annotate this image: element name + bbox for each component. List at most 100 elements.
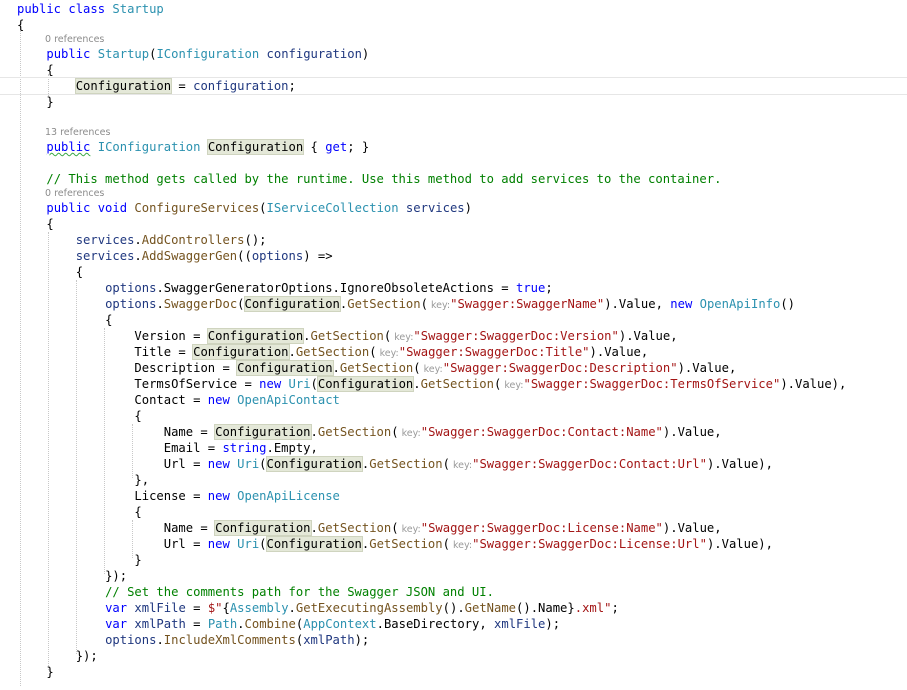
punct: ).Value), xyxy=(706,537,773,551)
method-name: AddControllers xyxy=(141,233,245,247)
assignment: License = xyxy=(134,489,208,503)
method-name: GetExecutingAssembly xyxy=(295,601,443,615)
parameter: services xyxy=(75,249,135,263)
punct: ).Value), xyxy=(780,377,847,391)
punct: . xyxy=(134,233,142,247)
type-name: Startup xyxy=(97,47,150,61)
local-variable: xmlFile xyxy=(134,601,186,615)
punct: . xyxy=(288,345,296,359)
method-name: Combine xyxy=(244,617,296,631)
method-name: GetSection xyxy=(420,377,494,391)
assignment: TermsOfService = xyxy=(134,377,260,391)
code-line: }, xyxy=(17,472,149,488)
local-variable: xmlFile xyxy=(494,617,546,631)
type-name: OpenApiContact xyxy=(237,393,340,407)
type-name: Uri xyxy=(288,377,311,391)
string-literal: "Swagger:SwaggerDoc:Contact:Url" xyxy=(472,457,707,471)
method-name: ConfigureServices xyxy=(134,201,260,215)
parameter-hint: key: xyxy=(376,348,399,359)
codelens-references[interactable]: 13 references xyxy=(45,127,110,139)
parameter-hint: key: xyxy=(398,428,421,439)
code-line: License = new OpenApiLicense xyxy=(17,488,339,504)
assignment: Name = xyxy=(163,425,216,439)
brace: { xyxy=(75,265,84,279)
punct: ).Value, xyxy=(618,329,678,343)
brace: { xyxy=(105,313,113,327)
code-line: { xyxy=(17,216,53,232)
code-editor[interactable]: public class Startup { 0 references publ… xyxy=(0,0,907,690)
punct: ) => xyxy=(303,249,333,263)
punct: ().Name xyxy=(516,601,568,615)
code-line: services.AddSwaggerGen((options) => xyxy=(17,248,333,264)
punct: ); xyxy=(354,633,370,647)
parameter-hint: key: xyxy=(449,460,473,471)
punct: ) xyxy=(361,47,370,61)
punct: ).Value), xyxy=(706,457,773,471)
punct: ( xyxy=(391,425,399,439)
punct: ).Value, xyxy=(662,521,722,535)
current-code-line[interactable]: Configuration = configuration; xyxy=(0,77,907,95)
code-line: public IConfiguration Configuration { ge… xyxy=(17,139,369,155)
punct: ; xyxy=(611,601,619,615)
punct: ( xyxy=(420,297,428,311)
codelens-references[interactable]: 0 references xyxy=(45,34,104,46)
punct: ( xyxy=(310,377,318,391)
punct: ; } xyxy=(347,140,370,154)
type-name: Uri xyxy=(237,537,260,551)
code-line: } xyxy=(17,552,141,568)
keyword: new xyxy=(207,489,238,503)
keyword: public class xyxy=(17,2,113,16)
punct: ( xyxy=(442,457,450,471)
keyword: public void xyxy=(46,201,135,215)
punct: . xyxy=(310,425,318,439)
keyword: new xyxy=(207,393,238,407)
comment: // Set the comments path for the Swagger… xyxy=(105,585,494,599)
punct: ).Value, xyxy=(662,425,722,439)
keyword: new xyxy=(207,457,238,471)
keyword: var xyxy=(105,601,135,615)
code-line: }); xyxy=(17,568,127,584)
punct: = xyxy=(185,601,208,615)
codelens-references[interactable]: 0 references xyxy=(45,188,104,200)
code-line: { xyxy=(17,312,112,328)
punct: . xyxy=(237,617,245,631)
code-line: // Set the comments path for the Swagger… xyxy=(17,584,494,600)
method-name: GetSection xyxy=(310,329,384,343)
parameter-hint: key: xyxy=(449,540,473,551)
code-line: { xyxy=(17,264,83,280)
local-variable: xmlPath xyxy=(303,633,355,647)
code-line: services.AddControllers(); xyxy=(17,232,267,248)
parameter-hint: key: xyxy=(420,364,443,375)
highlighted-reference: Configuration xyxy=(243,296,341,312)
punct: (( xyxy=(237,249,252,263)
highlighted-reference: Configuration xyxy=(192,344,290,360)
code-line: options.SwaggerDoc(Configuration.GetSect… xyxy=(17,296,795,314)
punct: ( xyxy=(259,201,267,215)
punct: . xyxy=(413,377,421,391)
method-name: SwaggerDoc xyxy=(163,297,238,311)
punct: .BaseDirectory, xyxy=(376,617,495,631)
punct: ( xyxy=(237,297,245,311)
parameter-hint: key: xyxy=(501,380,524,391)
method-name: GetSection xyxy=(347,297,421,311)
brace: } xyxy=(46,95,54,109)
code-line: { xyxy=(17,17,24,33)
type-name: OpenApiInfo xyxy=(699,297,781,311)
punct: ( xyxy=(391,521,399,535)
method-name: GetSection xyxy=(369,457,443,471)
brace: { xyxy=(134,505,142,519)
punct: = xyxy=(185,617,208,631)
parameter: configuration xyxy=(193,79,289,93)
code-line: }); xyxy=(17,648,98,664)
code-line: { xyxy=(17,408,141,424)
string-literal: "Swagger:SwaggerDoc:License:Url" xyxy=(472,537,707,551)
string-literal: "Swagger:SwaggerDoc:Title" xyxy=(398,345,590,359)
code-line: options.SwaggerGeneratorOptions.IgnoreOb… xyxy=(17,280,553,296)
punct: ( xyxy=(259,537,267,551)
method-name: GetSection xyxy=(369,537,443,551)
brace: }); xyxy=(105,569,128,583)
punct: } xyxy=(567,601,575,615)
assignment: Contact = xyxy=(134,393,208,407)
brace: }, xyxy=(134,473,150,487)
